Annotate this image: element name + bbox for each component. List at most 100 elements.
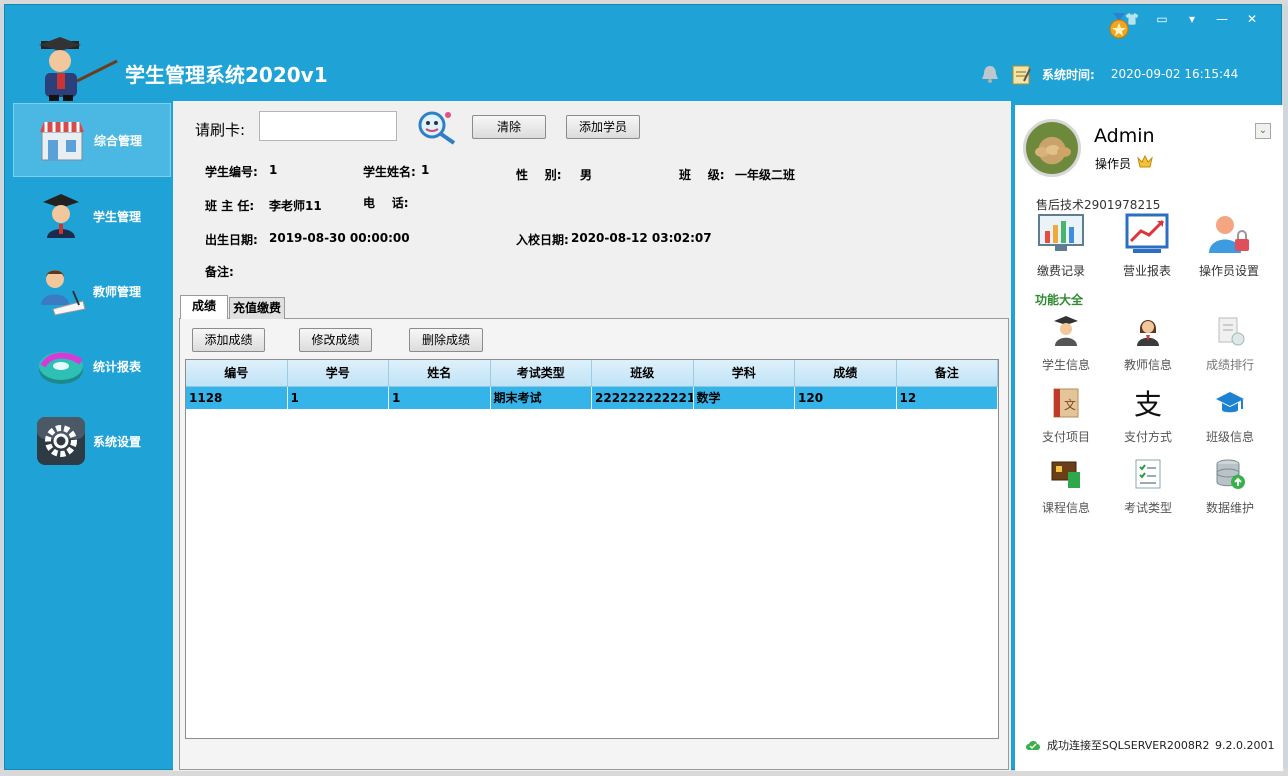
teacher-logo-icon <box>39 37 118 101</box>
birth-date-value: 2019-08-30 00:00:00 <box>269 231 410 245</box>
ranking-doc-icon <box>1218 317 1245 346</box>
database-icon <box>1216 459 1245 489</box>
class-cap-icon <box>1216 392 1244 413</box>
table-cell: 期末考试 <box>491 387 592 409</box>
dogs-photo-icon <box>1035 145 1071 157</box>
table-row[interactable]: 1128 1 1 期末考试 222222222221 数学 120 12 <box>186 387 998 409</box>
sidebar-item-label: 系统设置 <box>93 434 142 449</box>
sidebar-item-teachers[interactable]: 教师管理 <box>13 255 169 327</box>
tool-payment-records[interactable]: 缴费记录 <box>1021 213 1101 279</box>
class-label: 班 级: <box>679 168 725 182</box>
message-icon[interactable]: ▭ <box>1153 11 1171 27</box>
functions-title: 功能大全 <box>1035 293 1084 307</box>
sidebar-item-general[interactable]: 综合管理 <box>13 103 171 177</box>
func-payment-methods[interactable]: 支 支付方式 <box>1108 387 1188 445</box>
user-name: Admin <box>1094 125 1155 147</box>
func-class-info[interactable]: 班级信息 <box>1190 387 1270 445</box>
graduate-icon <box>43 194 79 238</box>
func-exam-types[interactable]: 考试类型 <box>1108 458 1188 516</box>
column-header-exam-type[interactable]: 考试类型 <box>491 360 592 386</box>
tool-business-report[interactable]: 营业报表 <box>1107 213 1187 279</box>
func-course-info[interactable]: 课程信息 <box>1026 458 1106 516</box>
function-label: 课程信息 <box>1041 501 1090 515</box>
table-header: 编号 学号 姓名 考试类型 班级 学科 成绩 备注 <box>186 360 998 387</box>
head-teacher-label: 班 主 任: <box>205 199 255 213</box>
teacher-icon <box>41 270 86 316</box>
chart-disc-icon <box>39 352 83 384</box>
monitor-chart-icon <box>1038 214 1084 251</box>
function-label: 数据维护 <box>1205 501 1254 515</box>
func-data-maintenance[interactable]: 数据维护 <box>1190 458 1270 516</box>
system-time-label: 系统时间: <box>1042 67 1095 82</box>
function-label: 教师信息 <box>1123 358 1172 372</box>
clear-button[interactable]: 清除 <box>472 115 546 139</box>
main-panel: 请刷卡: 清除 添加学员 学生编号: 1 学生姓名: 1 性 别: 男 班 级:… <box>173 101 1011 771</box>
head-teacher-value: 李老师11 <box>269 199 322 213</box>
tool-operator-settings[interactable]: 操作员设置 <box>1189 213 1269 279</box>
menu-dropdown-icon[interactable]: ▾ <box>1183 11 1201 27</box>
sidebar-item-reports[interactable]: 统计报表 <box>13 330 169 402</box>
function-label: 学生信息 <box>1041 358 1090 372</box>
user-lock-icon <box>1209 216 1249 253</box>
table-cell: 数学 <box>694 387 795 409</box>
payment-book-icon: 文 <box>1053 388 1079 418</box>
birth-date-label: 出生日期: <box>205 233 258 247</box>
window-controls: 👕 ▭ ▾ — ✕ <box>1123 11 1261 27</box>
minimize-button[interactable]: — <box>1213 11 1231 27</box>
app-window: 学生管理系统2020v1 👕 ▭ ▾ — ✕ 系统时间: 2020-09-02 … <box>4 4 1283 771</box>
version-label: 9.2.0.2001 <box>1215 739 1275 752</box>
avatar[interactable] <box>1023 119 1081 177</box>
user-menu-chevron-icon[interactable]: ⌄ <box>1255 123 1271 139</box>
teacher-info-icon <box>1137 320 1159 346</box>
connection-status: 成功连接至SQLSERVER2008R2 <box>1025 737 1210 753</box>
column-header-score[interactable]: 成绩 <box>795 360 897 386</box>
support-contact: 售后技术2901978215 <box>1036 198 1161 212</box>
tab-grades[interactable]: 成绩 <box>180 295 228 319</box>
column-header-name[interactable]: 姓名 <box>389 360 491 386</box>
func-payment-items[interactable]: 文 支付项目 <box>1026 387 1106 445</box>
func-student-info[interactable]: 学生信息 <box>1026 315 1106 373</box>
sidebar: 综合管理 学生管理 教师管理 统计报表 系统设置 <box>13 103 177 503</box>
column-header-id[interactable]: 编号 <box>186 360 288 386</box>
gender-value: 男 <box>580 168 593 182</box>
edit-grade-button[interactable]: 修改成绩 <box>299 328 372 352</box>
crown-icon <box>1137 154 1153 168</box>
remark-label: 备注: <box>205 265 234 279</box>
sidebar-item-label: 教师管理 <box>93 284 142 299</box>
tab-recharge[interactable]: 充值缴费 <box>229 297 285 319</box>
student-name-label: 学生姓名: <box>363 165 416 179</box>
phone-label: 电 话: <box>363 196 409 210</box>
function-label: 成绩排行 <box>1205 358 1254 372</box>
column-header-remark[interactable]: 备注 <box>897 360 998 386</box>
add-grade-button[interactable]: 添加成绩 <box>192 328 265 352</box>
bell-icon[interactable] <box>980 64 1000 84</box>
skin-shirt-icon[interactable]: 👕 <box>1123 11 1141 27</box>
add-student-button[interactable]: 添加学员 <box>566 115 640 139</box>
notepad-icon[interactable] <box>1010 63 1032 85</box>
table-cell: 1 <box>389 387 491 409</box>
function-label: 支付项目 <box>1041 430 1090 444</box>
function-label: 考试类型 <box>1123 501 1172 515</box>
close-button[interactable]: ✕ <box>1243 11 1261 27</box>
student-icon <box>1054 316 1078 346</box>
student-name-value: 1 <box>421 163 430 177</box>
column-header-class[interactable]: 班级 <box>592 360 694 386</box>
function-label: 班级信息 <box>1205 430 1254 444</box>
right-panel: Admin 操作员 ⌄ 售后技术2901978215 缴费记录 营业报表 操作员… <box>1015 105 1283 771</box>
column-header-subject[interactable]: 学科 <box>694 360 795 386</box>
student-id-value: 1 <box>269 163 278 177</box>
checklist-icon <box>1135 459 1161 489</box>
user-role: 操作员 <box>1095 157 1132 171</box>
gender-label: 性 别: <box>516 168 562 182</box>
search-face-icon[interactable] <box>416 111 460 145</box>
alipay-icon: 支 <box>1134 388 1162 421</box>
sidebar-item-settings[interactable]: 系统设置 <box>13 405 169 477</box>
func-grade-ranking[interactable]: 成绩排行 <box>1190 315 1270 373</box>
card-swipe-input[interactable] <box>259 111 397 141</box>
connection-status-text: 成功连接至SQLSERVER2008R2 <box>1047 739 1210 752</box>
svg-text:支: 支 <box>1134 388 1162 419</box>
func-teacher-info[interactable]: 教师信息 <box>1108 315 1188 373</box>
column-header-student-no[interactable]: 学号 <box>288 360 389 386</box>
delete-grade-button[interactable]: 删除成绩 <box>409 328 483 352</box>
sidebar-item-students[interactable]: 学生管理 <box>13 180 169 252</box>
